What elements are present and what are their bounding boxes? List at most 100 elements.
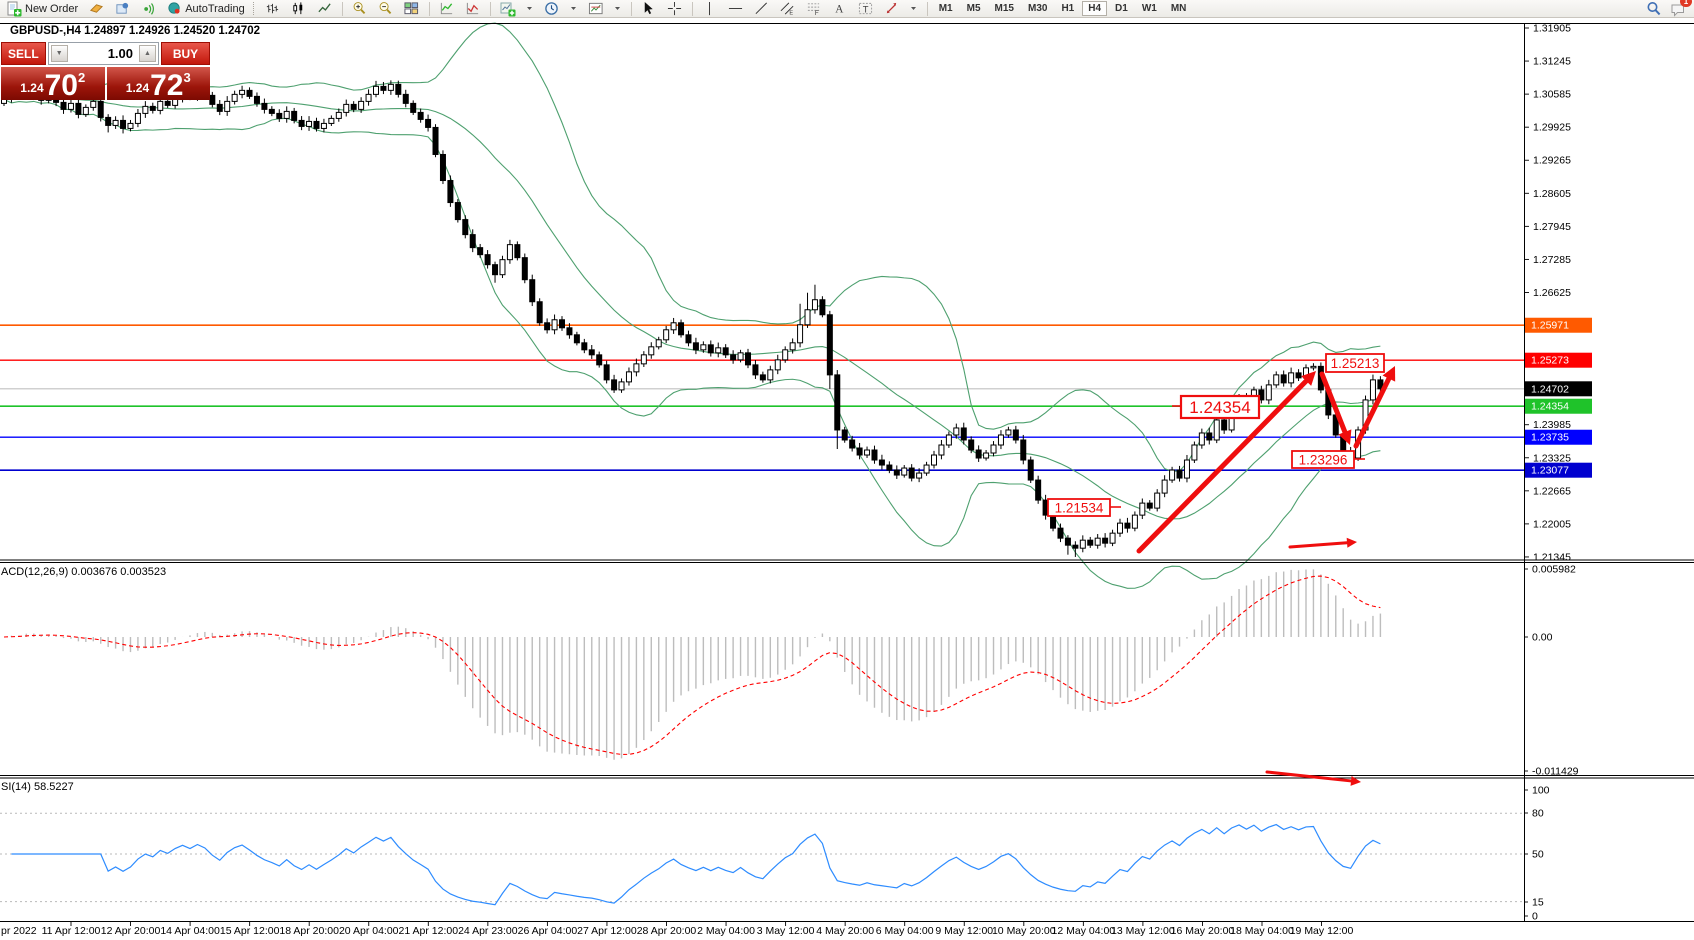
autotrading-label: AutoTrading — [185, 3, 245, 15]
svg-text:1.29925: 1.29925 — [1533, 122, 1571, 134]
tab-h1[interactable]: H1 — [1055, 1, 1080, 16]
svg-text:27 Apr 12:00: 27 Apr 12:00 — [577, 925, 637, 937]
chevron-down-icon[interactable] — [906, 1, 922, 17]
horizontal-line-tool-icon[interactable] — [724, 0, 748, 18]
vertical-line-tool-icon[interactable] — [698, 0, 722, 18]
tab-m15[interactable]: M15 — [989, 1, 1020, 16]
svg-text:1.30585: 1.30585 — [1533, 89, 1571, 101]
svg-text:18 Apr 20:00: 18 Apr 20:00 — [279, 925, 339, 937]
bar-chart-mode-icon[interactable] — [261, 0, 285, 18]
svg-text:1.27945: 1.27945 — [1533, 221, 1571, 233]
channel-tool-icon[interactable]: E — [776, 0, 800, 18]
search-icon[interactable] — [1646, 1, 1662, 17]
svg-text:1.22005: 1.22005 — [1533, 518, 1571, 530]
svg-text:A: A — [836, 4, 845, 16]
svg-text:pr 2022: pr 2022 — [1, 925, 37, 937]
tab-m1[interactable]: M1 — [933, 1, 959, 16]
svg-text:1.23735: 1.23735 — [1531, 432, 1569, 444]
new-order-button[interactable]: New Order — [2, 1, 82, 17]
buy-price-big: 72 — [150, 72, 183, 99]
crosshair-icon[interactable] — [663, 0, 687, 18]
cursor-icon[interactable] — [637, 0, 661, 18]
svg-text:1.23325: 1.23325 — [1533, 452, 1571, 464]
trendline-tool-icon[interactable] — [750, 0, 774, 18]
volume-increase-button[interactable]: ▲ — [139, 45, 156, 62]
line-chart-mode-icon[interactable] — [313, 0, 337, 18]
svg-text:50: 50 — [1532, 849, 1544, 861]
svg-text:24 Apr 23:00: 24 Apr 23:00 — [458, 925, 518, 937]
alerts-icon[interactable] — [84, 0, 108, 18]
add-indicator-icon[interactable] — [496, 0, 520, 18]
chart-title: GBPUSD-,H4 1.24897 1.24926 1.24520 1.247… — [10, 25, 260, 37]
arrows-tool-icon[interactable] — [880, 0, 904, 18]
text-label-tool-icon[interactable]: T — [854, 0, 878, 18]
chevron-down-icon[interactable] — [566, 1, 582, 17]
svg-text:12 May 04:00: 12 May 04:00 — [1052, 925, 1116, 937]
sell-button[interactable]: SELL — [1, 42, 46, 65]
autotrading-button[interactable]: AutoTrading — [162, 1, 249, 17]
svg-text:F: F — [815, 10, 819, 16]
buy-button[interactable]: BUY — [161, 42, 210, 65]
text-tool-icon[interactable]: A — [828, 0, 852, 18]
macd-indicator-label: ACD(12,26,9) 0.003676 0.003523 — [1, 566, 166, 578]
template-icon[interactable] — [584, 0, 608, 18]
svg-text:1.24354: 1.24354 — [1189, 398, 1250, 417]
tab-h4[interactable]: H4 — [1082, 1, 1107, 16]
svg-text:1.22665: 1.22665 — [1533, 485, 1571, 497]
chevron-down-icon[interactable] — [522, 1, 538, 17]
svg-text:1.24354: 1.24354 — [1531, 401, 1569, 413]
svg-text:1.24702: 1.24702 — [1531, 383, 1569, 395]
svg-text:T: T — [863, 4, 869, 14]
zoom-in-icon[interactable] — [348, 0, 372, 18]
svg-text:3 May 12:00: 3 May 12:00 — [757, 925, 815, 937]
buy-price-sup: 3 — [184, 70, 191, 85]
toolbar: New Order AutoTrading — [0, 0, 1694, 18]
chat-icon[interactable]: 1 — [1670, 1, 1686, 17]
tab-w1[interactable]: W1 — [1136, 1, 1163, 16]
svg-text:18 May 04:00: 18 May 04:00 — [1230, 925, 1294, 937]
toolbar-separator — [490, 2, 491, 16]
notification-badge: 1 — [1680, 0, 1692, 7]
tab-m30[interactable]: M30 — [1022, 1, 1053, 16]
fibonacci-tool-icon[interactable]: F — [802, 0, 826, 18]
indicators-icon[interactable] — [435, 0, 459, 18]
svg-text:1.23985: 1.23985 — [1533, 419, 1571, 431]
svg-text:15: 15 — [1532, 897, 1544, 909]
chevron-down-icon[interactable] — [610, 1, 626, 17]
svg-text:10 May 20:00: 10 May 20:00 — [992, 925, 1056, 937]
new-order-icon — [6, 1, 22, 17]
tab-d1[interactable]: D1 — [1109, 1, 1134, 16]
tab-mn[interactable]: MN — [1165, 1, 1193, 16]
tab-m5[interactable]: M5 — [961, 1, 987, 16]
volume-input[interactable]: 1.00 — [70, 45, 137, 62]
svg-text:1.21534: 1.21534 — [1055, 500, 1104, 515]
tile-windows-icon[interactable] — [400, 0, 424, 18]
new-order-label: New Order — [25, 3, 78, 15]
chart-canvas[interactable]: 1.319051.312451.305851.299251.292651.286… — [0, 0, 1694, 940]
volume-decrease-button[interactable]: ▼ — [51, 45, 68, 62]
svg-text:0.005982: 0.005982 — [1532, 564, 1576, 576]
buy-price-display[interactable]: 1.24 72 3 — [107, 67, 211, 100]
sell-price-display[interactable]: 1.24 70 2 — [1, 67, 105, 100]
candlestick-mode-icon[interactable] — [287, 0, 311, 18]
svg-text:14 Apr 04:00: 14 Apr 04:00 — [160, 925, 220, 937]
indicators-list-icon[interactable] — [461, 0, 485, 18]
sell-price-prefix: 1.24 — [20, 81, 43, 95]
svg-text:11 Apr 12:00: 11 Apr 12:00 — [42, 925, 101, 937]
signals-icon[interactable] — [136, 0, 160, 18]
svg-text:1.26625: 1.26625 — [1533, 287, 1571, 299]
svg-text:2 May 04:00: 2 May 04:00 — [697, 925, 755, 937]
svg-text:0.00: 0.00 — [1532, 632, 1553, 644]
one-click-trading-panel: SELL ▼ 1.00 ▲ BUY 1.24 70 2 1.24 72 3 — [1, 42, 210, 100]
svg-text:1.29265: 1.29265 — [1533, 155, 1571, 167]
sell-price-big: 70 — [45, 72, 78, 99]
svg-text:80: 80 — [1532, 808, 1544, 820]
market-icon[interactable] — [110, 0, 134, 18]
chart-background — [0, 18, 1694, 940]
zoom-out-icon[interactable] — [374, 0, 398, 18]
svg-text:1.23296: 1.23296 — [1299, 452, 1348, 467]
period-clock-icon[interactable] — [540, 0, 564, 18]
toolbar-separator — [429, 2, 430, 16]
svg-text:E: E — [790, 11, 794, 16]
svg-text:1.25273: 1.25273 — [1531, 355, 1569, 367]
